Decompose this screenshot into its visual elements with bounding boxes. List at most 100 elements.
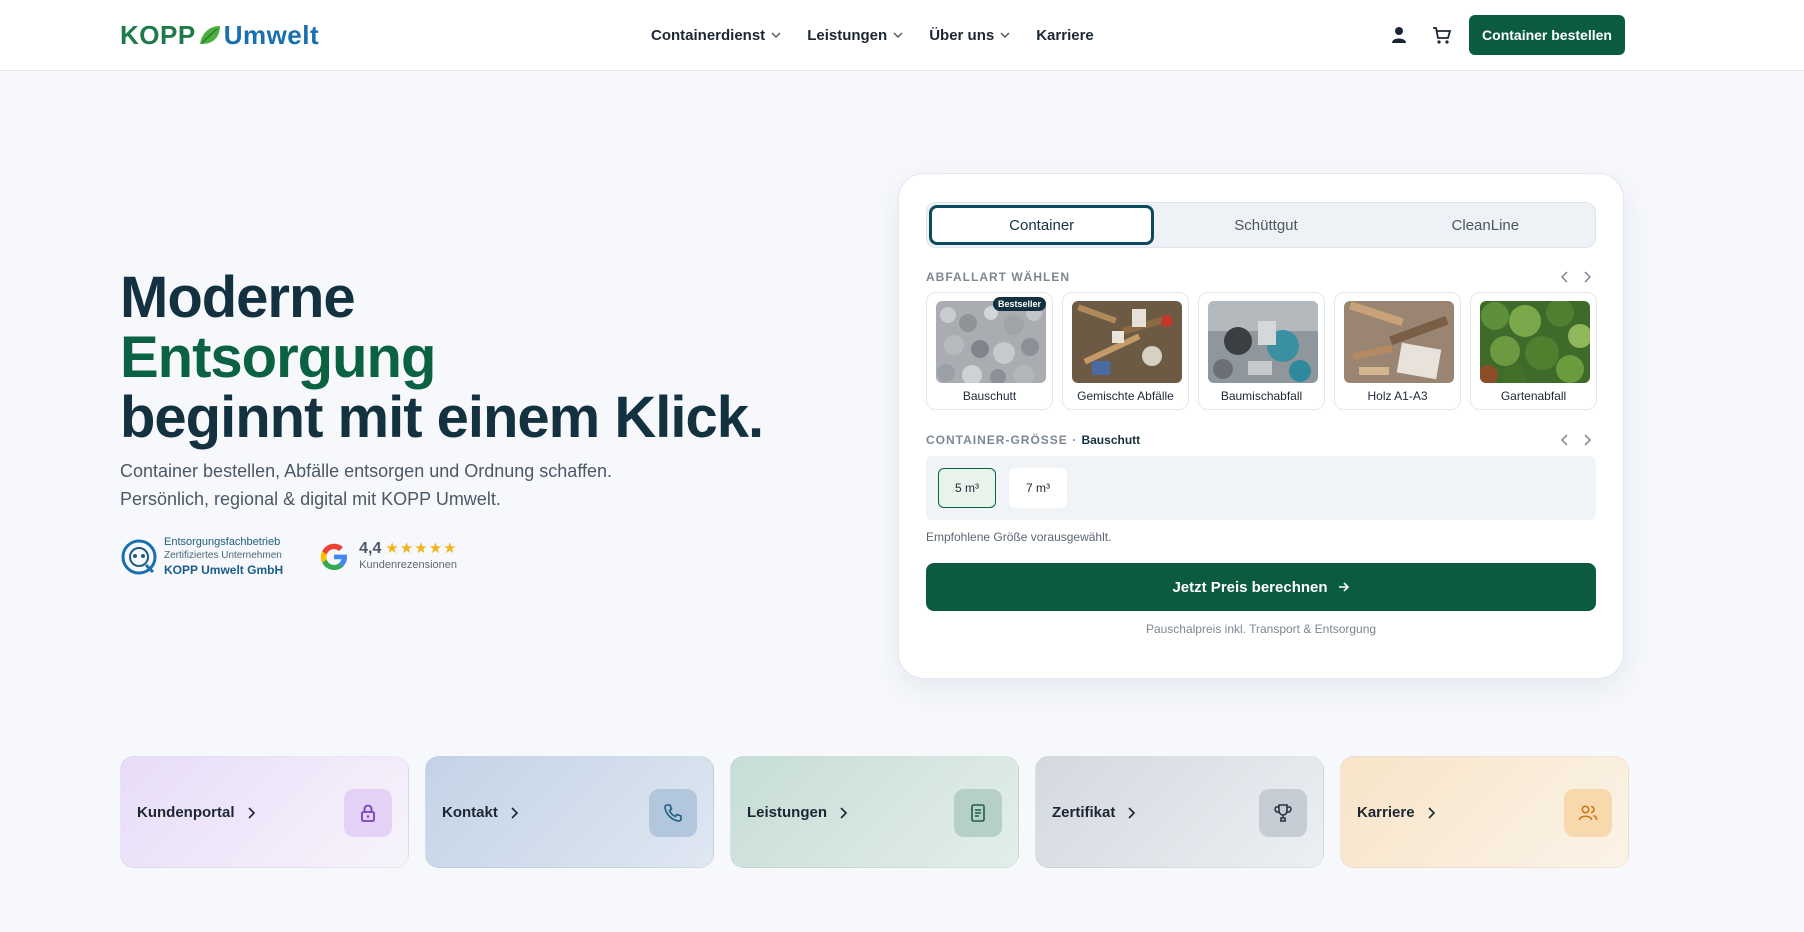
chevron-left-icon[interactable]: [1559, 434, 1571, 446]
lock-icon: [344, 789, 392, 837]
waste-type-label: ABFALLART WÄHLEN: [926, 270, 1070, 284]
waste-option-holz[interactable]: Holz A1-A3: [1334, 292, 1461, 410]
hero-line-2: Entsorgung: [120, 325, 436, 390]
nav-item-leistungen[interactable]: Leistungen: [807, 27, 903, 44]
size-option-5m3[interactable]: 5 m³: [938, 468, 996, 508]
waste-option-baumischabfall[interactable]: Baumischabfall: [1198, 292, 1325, 410]
quick-link-karriere[interactable]: Karriere: [1340, 756, 1629, 868]
top-navigation-bar: KOPP Umwelt Containerdienst Leistungen Ü…: [0, 0, 1804, 71]
container-size-heading: CONTAINER-GRÖSSE ·: [926, 433, 1078, 447]
certification-seal-icon: [121, 539, 157, 574]
hero-line-3: beginnt mit einem Klick.: [120, 385, 764, 450]
logo-text-umwelt: Umwelt: [223, 19, 320, 50]
quick-link-leistungen[interactable]: Leistungen: [730, 756, 1019, 868]
quick-link-text: Leistungen: [747, 804, 828, 821]
hero-subtitle-line-1: Container bestellen, Abfälle entsorgen u…: [120, 461, 613, 481]
product-tabs: Container Schüttgut CleanLine: [926, 202, 1596, 248]
order-container-button[interactable]: Container bestellen: [1469, 15, 1625, 55]
waste-option-bauschutt[interactable]: Bestseller Bauschutt: [926, 292, 1053, 410]
trust-badges: Entsorgungsfachbetrieb Zertifiziertes Un…: [120, 536, 458, 577]
nav-item-label: Containerdienst: [651, 26, 766, 44]
waste-option-label: Bauschutt: [962, 389, 1017, 403]
hero-subtitle: Container bestellen, Abfälle entsorgen u…: [120, 457, 680, 513]
cart-icon[interactable]: [1431, 24, 1453, 46]
waste-carousel-arrows: [1559, 271, 1593, 283]
google-rating-text: 4,4 ★★★★★ Kundenrezensionen: [359, 539, 458, 573]
bauschutt-image: [936, 301, 1046, 383]
hero-headline: Moderne Entsorgung beginnt mit einem Kli…: [120, 265, 764, 450]
cert-line-2: Zertifiziertes Unternehmen: [164, 550, 282, 561]
arrow-right-icon: [1338, 582, 1349, 592]
waste-option-label: Baumischabfall: [1220, 389, 1303, 403]
price-note: Pauschalpreis inkl. Transport & Entsorgu…: [1145, 622, 1377, 636]
quick-links: Kundenportal Kontakt Leistungen Zertifik…: [120, 756, 1629, 868]
chevron-left-icon[interactable]: [1559, 271, 1571, 283]
calculate-price-label: Jetzt Preis berechnen: [1172, 578, 1328, 596]
users-icon: [1564, 789, 1612, 837]
quick-link-label: Zertifikat: [1052, 804, 1137, 821]
size-option-7m3[interactable]: 7 m³: [1009, 468, 1067, 508]
chevron-right-icon: [247, 806, 255, 819]
quick-link-label: Kontakt: [442, 804, 520, 821]
calculate-price-button[interactable]: Jetzt Preis berechnen: [926, 563, 1596, 611]
nav-item-containerdienst[interactable]: Containerdienst: [651, 27, 781, 44]
nav-item-label: Über uns: [929, 26, 995, 44]
chevron-right-icon: [511, 806, 518, 819]
nav-item-ueber-uns[interactable]: Über uns: [929, 27, 1010, 44]
google-logo-icon: [320, 543, 348, 570]
tab-schuettgut[interactable]: Schüttgut: [1156, 203, 1375, 247]
certification-text: Entsorgungsfachbetrieb Zertifiziertes Un…: [164, 536, 283, 577]
document-icon: [954, 789, 1002, 837]
google-rating[interactable]: 4,4 ★★★★★ Kundenrezensionen: [317, 540, 458, 574]
waste-option-gemischte-abfaelle[interactable]: Gemischte Abfälle: [1062, 292, 1189, 410]
certification-badge: Entsorgungsfachbetrieb Zertifiziertes Un…: [120, 536, 283, 577]
cert-line-3: KOPP Umwelt GmbH: [164, 563, 284, 577]
quick-link-kontakt[interactable]: Kontakt: [425, 756, 714, 868]
quick-link-label: Kundenportal: [137, 804, 257, 821]
main-nav: Containerdienst Leistungen Über uns Karr…: [651, 24, 1120, 46]
holz-image: [1344, 301, 1454, 383]
waste-option-label: Holz A1-A3: [1367, 389, 1428, 403]
logo-text-kopp: KOPP: [120, 19, 196, 50]
rating-stars: ★★★★★: [385, 539, 458, 557]
chevron-right-icon: [1427, 806, 1435, 819]
quick-link-label: Leistungen: [747, 804, 849, 821]
chevron-right-icon: [1128, 806, 1136, 819]
chevron-right-icon[interactable]: [1581, 271, 1593, 283]
kopp-umwelt-logo[interactable]: KOPP Umwelt: [120, 20, 319, 50]
cert-line-1: Entsorgungsfachbetrieb: [164, 536, 281, 548]
recommendation-text: Empfohlene Größe vorausgewählt.: [926, 530, 1112, 544]
rating-label: Kundenrezensionen: [359, 558, 457, 571]
gartenabfall-image: [1480, 301, 1590, 383]
phone-icon: [649, 789, 697, 837]
container-size-waste-type: Bauschutt: [1081, 433, 1141, 447]
nav-item-label: Karriere: [1036, 26, 1094, 44]
quick-link-zertifikat[interactable]: Zertifikat: [1035, 756, 1324, 868]
chevron-down-icon: [893, 32, 903, 38]
chevron-right-icon: [840, 806, 848, 819]
chevron-right-icon[interactable]: [1581, 434, 1593, 446]
hero-line-1: Moderne: [120, 265, 356, 330]
user-icon[interactable]: [1388, 24, 1410, 46]
order-configurator-card: Container Schüttgut CleanLine ABFALLART …: [898, 173, 1624, 679]
baumischabfall-image: [1208, 301, 1318, 383]
chevron-down-icon: [1000, 32, 1010, 38]
leaf-icon: [199, 26, 220, 44]
waste-option-gartenabfall[interactable]: Gartenabfall: [1470, 292, 1597, 410]
gemischte-abfaelle-image: [1072, 301, 1182, 383]
nav-item-karriere[interactable]: Karriere: [1036, 27, 1094, 44]
rating-score: 4,4: [359, 539, 382, 557]
nav-item-label: Leistungen: [807, 26, 888, 44]
chevron-down-icon: [771, 32, 781, 38]
tab-container[interactable]: Container: [929, 205, 1155, 245]
quick-link-text: Kundenportal: [137, 804, 235, 821]
quick-link-text: Kontakt: [442, 804, 498, 821]
hero-subtitle-line-2: Persönlich, regional & digital mit KOPP …: [120, 489, 501, 509]
tab-cleanline[interactable]: CleanLine: [1376, 203, 1595, 247]
waste-option-label: Gartenabfall: [1500, 389, 1567, 403]
size-carousel-arrows: [1559, 434, 1593, 446]
waste-type-list: Bestseller Bauschutt Gemischte Abfälle B…: [926, 292, 1597, 410]
quick-link-text: Karriere: [1357, 804, 1415, 821]
quick-link-label: Karriere: [1357, 804, 1437, 821]
quick-link-kundenportal[interactable]: Kundenportal: [120, 756, 409, 868]
